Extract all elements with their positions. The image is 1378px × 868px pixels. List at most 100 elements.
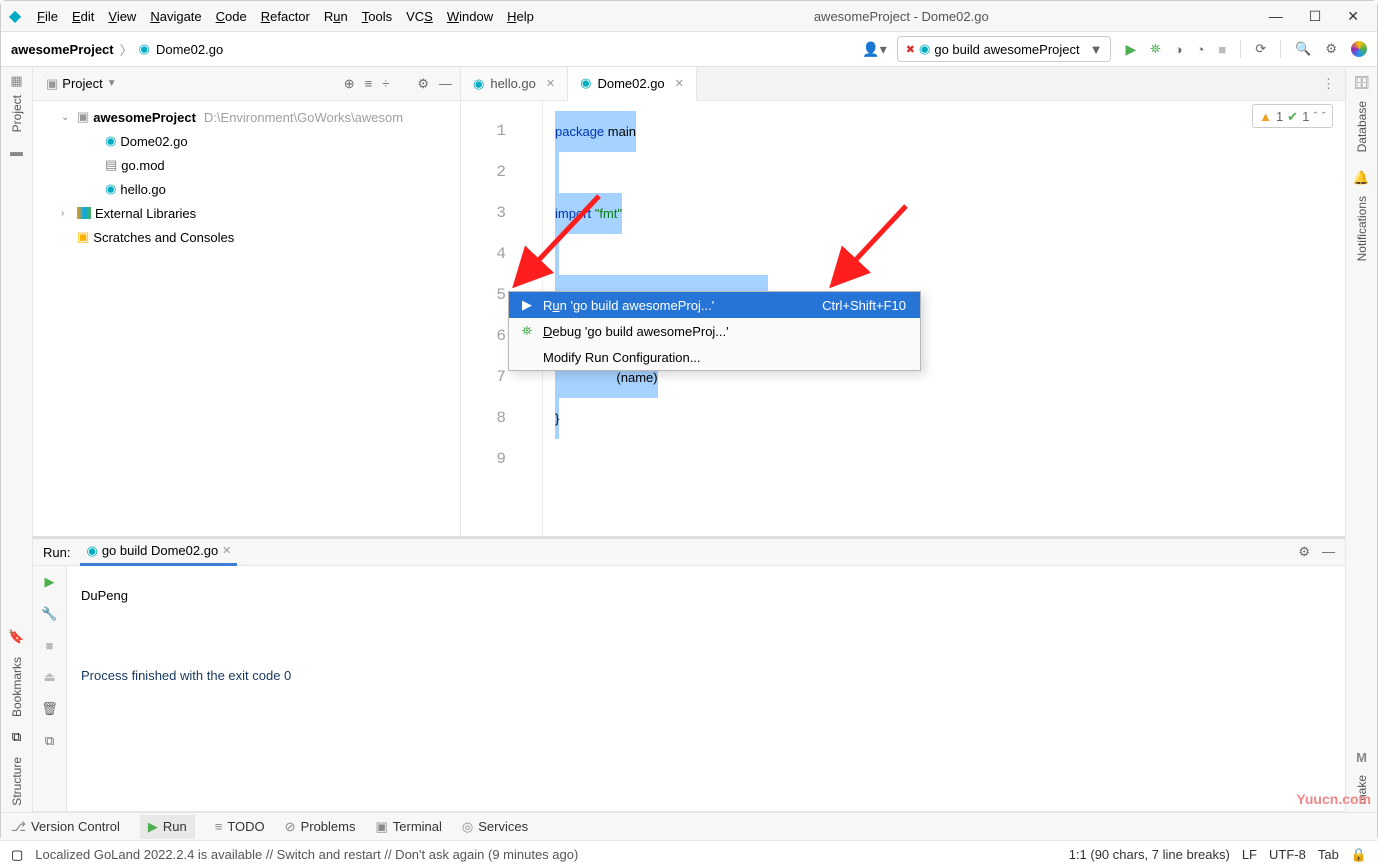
lock-icon[interactable]: 🔒 (1351, 847, 1367, 863)
settings-icon[interactable]: ⚙ (1325, 41, 1337, 57)
status-message[interactable]: Localized GoLand 2022.2.4 is available /… (35, 847, 578, 862)
encoding[interactable]: UTF-8 (1269, 847, 1306, 863)
external-libraries-node[interactable]: ›External Libraries (33, 201, 460, 225)
chevron-down-icon[interactable]: ˇ (1322, 101, 1326, 137)
hide-icon[interactable]: — (439, 76, 452, 92)
inspections-widget[interactable]: ▲1 ✔1 ˆ ˇ (1252, 104, 1333, 128)
scratches-node[interactable]: ▣Scratches and Consoles (33, 225, 460, 249)
main-menu[interactable]: FFileile Edit View Navigate Code Refacto… (29, 9, 534, 24)
search-icon[interactable]: 🔍 (1295, 41, 1311, 57)
status-icon[interactable]: ▢ (11, 847, 23, 863)
stop-icon[interactable]: ■ (1218, 42, 1226, 57)
breadcrumb-file[interactable]: Dome02.go (156, 42, 223, 57)
menu-tools[interactable]: Tools (362, 9, 392, 24)
go-file-icon: ◉ (473, 76, 484, 92)
close-icon[interactable]: ✕ (1347, 8, 1359, 25)
chevron-up-icon[interactable]: ˆ (1313, 101, 1317, 137)
check-icon: ✔ (1287, 101, 1298, 137)
warning-icon: ⊘ (285, 819, 296, 835)
profile-icon[interactable]: ◔ (1197, 42, 1205, 57)
menu-view[interactable]: View (108, 9, 136, 24)
structure-icon[interactable]: ⧉ (12, 729, 21, 745)
more-tabs-icon[interactable]: ⋮ (1312, 67, 1345, 100)
project-view-selector[interactable]: ▣ Project ▼ (41, 73, 122, 95)
layout-icon[interactable]: ⧉ (45, 733, 54, 749)
menu-item-run[interactable]: ▶ Run 'go build awesomeProj...' Ctrl+Shi… (509, 292, 920, 318)
collapse-all-icon[interactable]: ÷ (382, 76, 389, 92)
editor-tab-active[interactable]: ◉Dome02.go✕ (568, 67, 697, 101)
rerun-icon[interactable]: ▶ (45, 574, 55, 590)
menu-help[interactable]: Help (507, 9, 534, 24)
chevron-down-icon[interactable]: ⌄ (61, 112, 73, 123)
menu-window[interactable]: Window (447, 9, 493, 24)
structure-tool-button[interactable]: Structure (10, 757, 24, 806)
file-node[interactable]: ▤go.mod (33, 153, 460, 177)
tool-button-services[interactable]: ◎Services (462, 819, 528, 835)
bell-icon[interactable]: 🔔 (1353, 170, 1369, 186)
run-icon: ▶ (148, 819, 158, 835)
bookmarks-tool-button[interactable]: Bookmarks (10, 657, 24, 717)
menu-refactor[interactable]: Refactor (261, 9, 310, 24)
wrench-icon[interactable]: 🔧 (41, 606, 57, 622)
tool-button-todo[interactable]: ≡TODO (215, 819, 265, 834)
debug-icon: ⛯ (519, 323, 535, 339)
menu-vcs[interactable]: VCS (406, 9, 433, 24)
project-root-node[interactable]: ⌄ ▣ awesomeProject D:\Environment\GoWork… (33, 105, 460, 129)
caret-position[interactable]: 1:1 (90 chars, 7 line breaks) (1069, 847, 1230, 863)
menu-item-modify[interactable]: Modify Run Configuration... (509, 344, 920, 370)
close-icon[interactable]: ✕ (675, 77, 684, 90)
project-tool-button[interactable]: Project (10, 95, 24, 132)
tool-button-problems[interactable]: ⊘Problems (285, 819, 356, 835)
git-update-icon[interactable]: ⟳ (1255, 41, 1266, 57)
menu-navigate[interactable]: Navigate (150, 9, 201, 24)
tool-button-terminal[interactable]: ▣Terminal (375, 819, 441, 835)
project-icon[interactable]: ▦ (10, 73, 22, 89)
run-icon[interactable]: ▶ (1125, 41, 1136, 58)
breadcrumb-root[interactable]: awesomeProject (11, 42, 114, 57)
tool-button-vcs[interactable]: ⎇Version Control (11, 819, 120, 835)
notifications-tool-button[interactable]: Notifications (1355, 196, 1369, 261)
run-config-selector[interactable]: ✖ ◉ go build awesomeProject ▼ (897, 36, 1112, 62)
go-file-icon: ◉ (580, 75, 591, 91)
menu-item-debug[interactable]: ⛯ Debug 'go build awesomeProj...' Debug … (509, 318, 920, 344)
hide-icon[interactable]: — (1322, 544, 1335, 560)
gear-icon[interactable]: ⚙ (417, 76, 429, 92)
close-icon[interactable]: ✕ (222, 544, 231, 557)
breadcrumb[interactable]: awesomeProject 〉 ◉ Dome02.go (11, 40, 223, 59)
close-icon[interactable]: ✕ (546, 77, 555, 90)
chevron-right-icon[interactable]: › (61, 208, 73, 219)
project-tree[interactable]: ⌄ ▣ awesomeProject D:\Environment\GoWork… (33, 101, 460, 253)
file-node[interactable]: ◉hello.go (33, 177, 460, 201)
jetbrains-icon[interactable] (1351, 41, 1367, 57)
make-icon[interactable]: M (1356, 750, 1367, 765)
tool-button-run[interactable]: ▶Run (140, 815, 195, 839)
gear-icon[interactable]: ⚙ (1298, 544, 1310, 560)
stop-icon[interactable]: ■ (46, 638, 54, 653)
code-with-me-icon[interactable]: 👤▾ (862, 41, 886, 58)
run-panel-tab[interactable]: ◉ go build Dome02.go ✕ (80, 539, 237, 566)
run-console[interactable]: DuPeng Process finished with the exit co… (67, 566, 1345, 811)
minimize-icon[interactable]: — (1269, 8, 1283, 25)
menu-run[interactable]: Run (324, 9, 348, 24)
locate-icon[interactable]: ⊕ (344, 76, 355, 92)
trash-icon[interactable]: 🗑 (41, 701, 58, 717)
maximize-icon[interactable]: ☐ (1309, 8, 1322, 25)
expand-all-icon[interactable]: ≡ (365, 76, 373, 92)
editor-tab[interactable]: ◉hello.go✕ (461, 67, 568, 100)
coverage-icon[interactable]: ◑ (1175, 42, 1183, 57)
menu-file[interactable]: FFileile (37, 9, 58, 24)
go-file-icon: ◉ (139, 41, 150, 57)
exit-icon[interactable]: ⏏ (43, 669, 55, 685)
database-tool-button[interactable]: Database (1355, 101, 1369, 152)
menu-code[interactable]: Code (216, 9, 247, 24)
database-icon[interactable]: 🗄 (1353, 75, 1370, 91)
line-ending[interactable]: LF (1242, 847, 1257, 863)
console-line: Process finished with the exit code 0 (81, 656, 1331, 696)
project-panel: ▣ Project ▼ ⊕ ≡ ÷ ⚙ — ⌄ ▣ awesomeProject… (33, 67, 461, 536)
indent[interactable]: Tab (1318, 847, 1339, 863)
go-file-icon: ◉ (105, 133, 116, 149)
menu-edit[interactable]: Edit (72, 9, 94, 24)
bookmark-icon[interactable]: 🔖 (8, 629, 24, 645)
file-node[interactable]: ◉Dome02.go (33, 129, 460, 153)
debug-icon[interactable]: ⛯ (1150, 41, 1160, 57)
